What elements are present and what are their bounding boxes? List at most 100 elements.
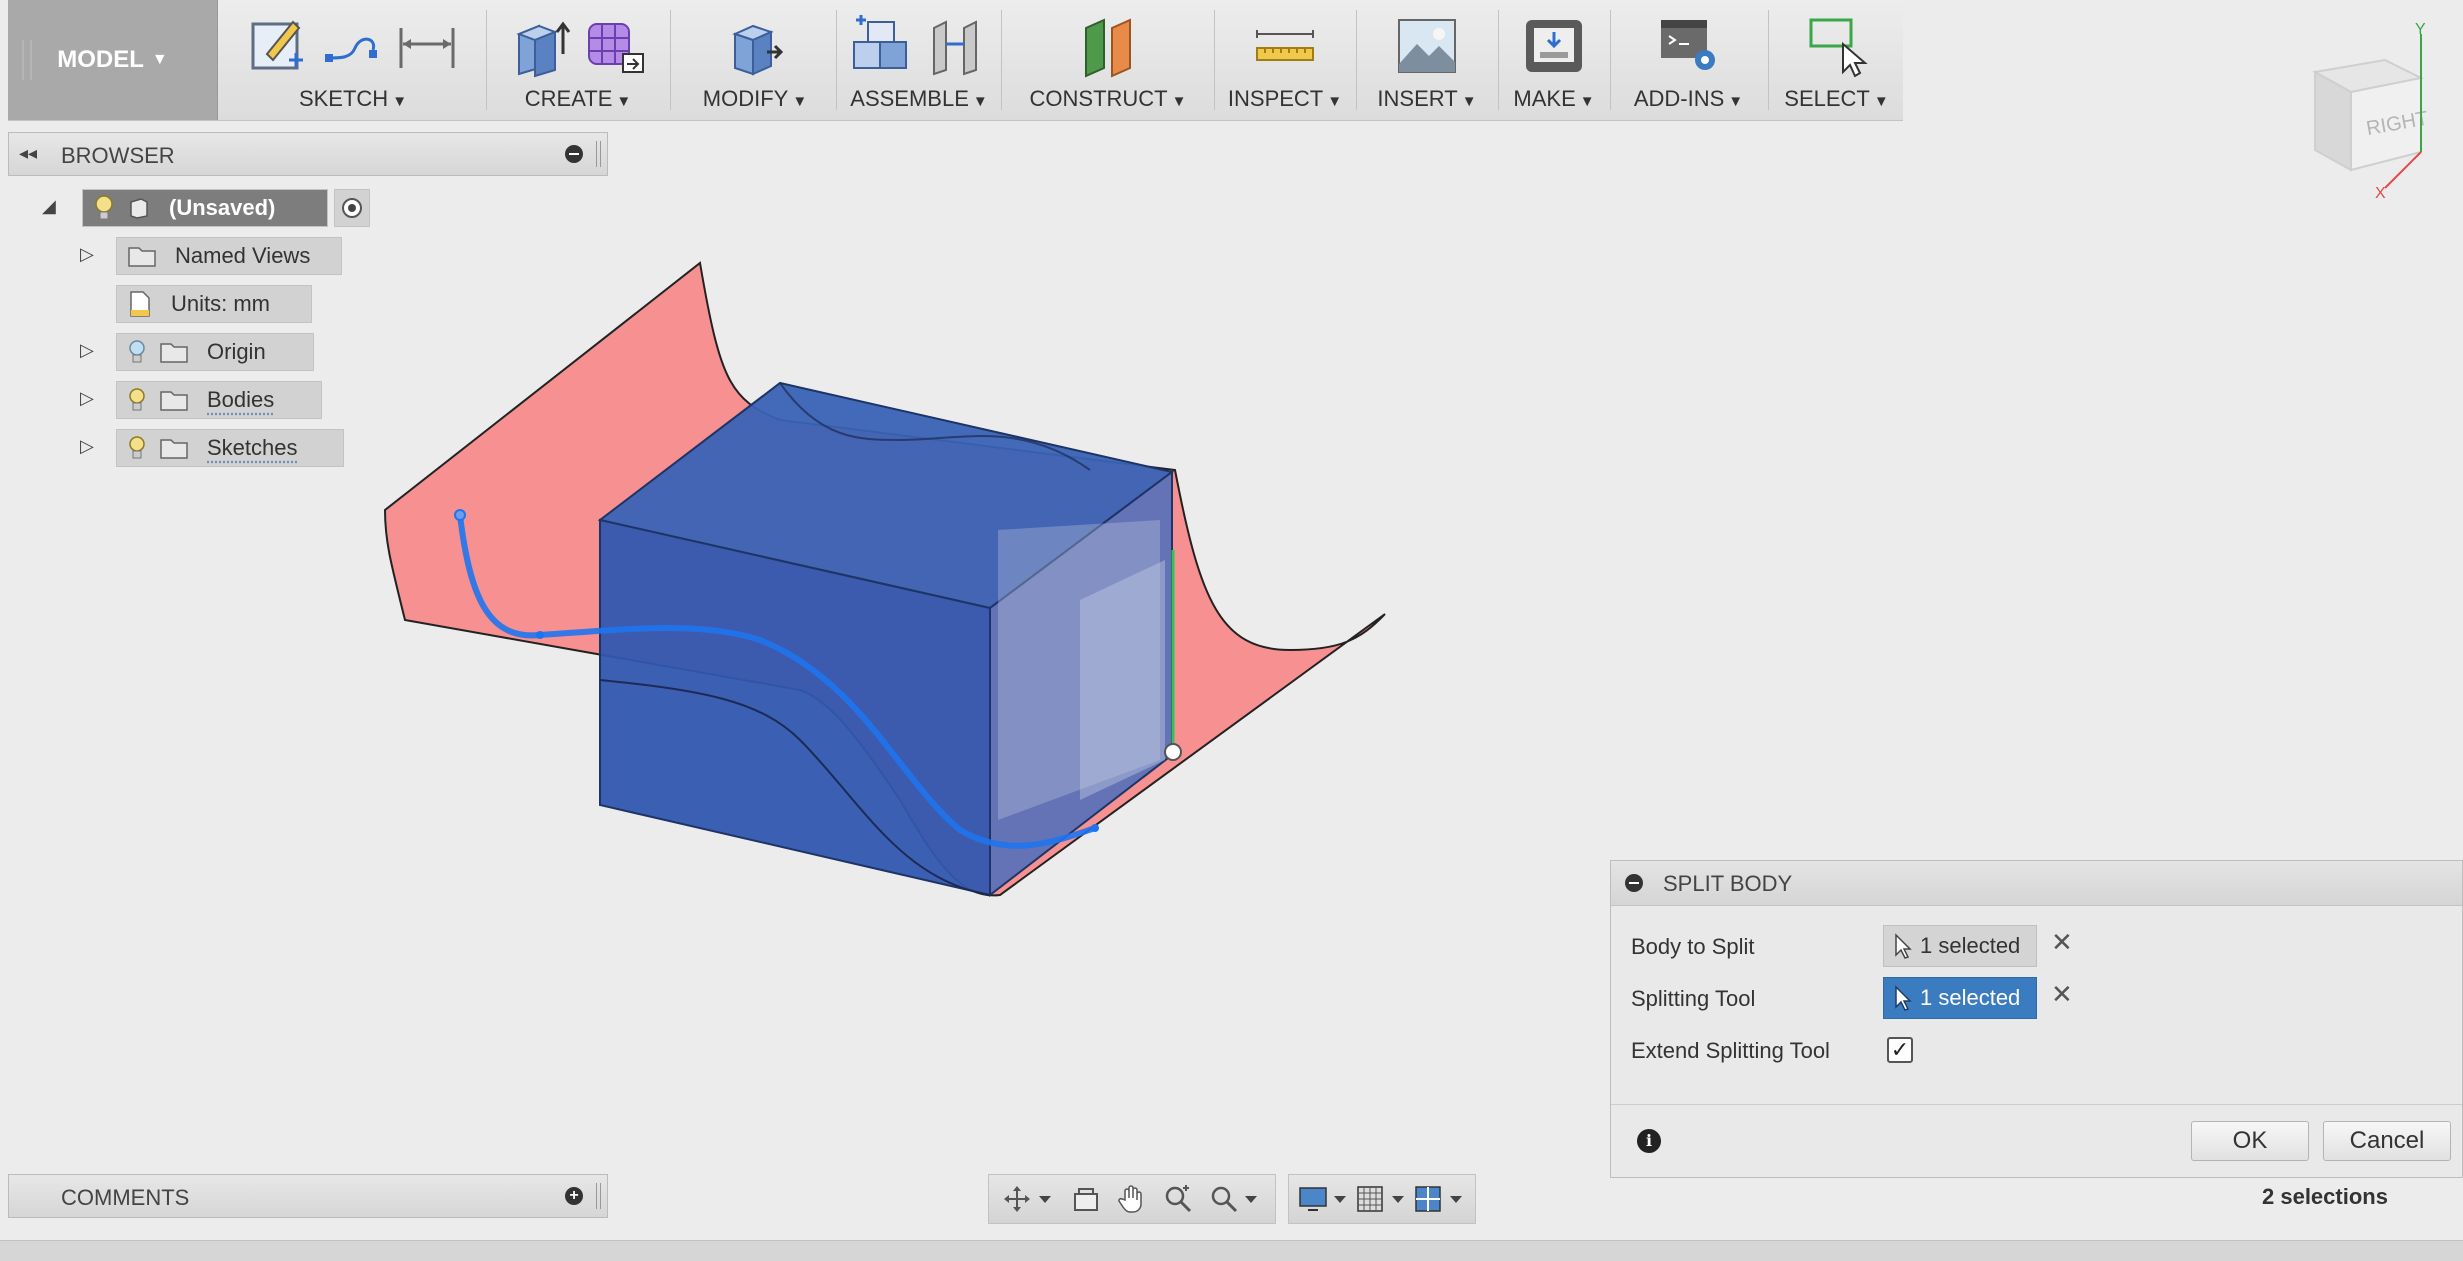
assemble-group[interactable]: ASSEMBLE ▼ <box>844 0 994 120</box>
construct-menu-label: CONSTRUCT <box>1029 86 1168 111</box>
fit-zoom-icon[interactable] <box>1209 1184 1261 1214</box>
chevron-down-icon: ▼ <box>1873 93 1889 110</box>
spline-icon[interactable] <box>321 14 385 78</box>
chevron-down-icon: ▼ <box>1327 93 1343 110</box>
tree-item-units[interactable]: Units: mm <box>116 284 312 324</box>
comments-title: COMMENTS <box>61 1185 190 1210</box>
sketch-group[interactable]: SKETCH ▼ <box>228 0 478 120</box>
addins-menu-label: ADD-INS <box>1633 86 1725 111</box>
insert-menu-label: INSERT <box>1377 86 1458 111</box>
expand-triangle-icon[interactable]: ▷ <box>80 436 94 457</box>
cursor-arrow-icon <box>1895 933 1912 959</box>
press-pull-icon[interactable] <box>723 14 787 78</box>
activate-component-button[interactable] <box>334 189 370 227</box>
navigation-bar <box>988 1174 1478 1224</box>
extrude-icon[interactable] <box>509 14 573 78</box>
timeline-bar[interactable] <box>0 1240 2463 1261</box>
clear-selection-icon[interactable]: ✕ <box>2051 979 2073 1010</box>
modify-group[interactable]: MODIFY ▼ <box>680 0 830 120</box>
panel-grip-icon[interactable] <box>596 141 601 167</box>
expand-triangle-icon[interactable]: ▷ <box>80 388 94 409</box>
origin-point[interactable] <box>1164 743 1182 761</box>
collapse-triangle-icon[interactable]: ◢ <box>42 196 56 217</box>
scripts-addins-icon[interactable] <box>1657 14 1721 78</box>
construct-group[interactable]: CONSTRUCT ▼ <box>1008 0 1208 120</box>
body-to-split-selector[interactable]: 1 selected <box>1883 925 2037 967</box>
tree-item-origin[interactable]: Origin <box>116 332 314 372</box>
addins-group[interactable]: ADD-INS ▼ <box>1616 0 1761 120</box>
selection-count: 1 selected <box>1920 933 2021 958</box>
cancel-button[interactable]: Cancel <box>2323 1121 2451 1161</box>
new-component-icon[interactable] <box>850 14 914 78</box>
expand-triangle-icon[interactable]: ▷ <box>80 340 94 361</box>
select-group[interactable]: SELECT ▼ <box>1774 0 1899 120</box>
ok-button[interactable]: OK <box>2191 1121 2309 1161</box>
surface-body[interactable] <box>383 261 1386 897</box>
insert-image-icon[interactable] <box>1395 14 1459 78</box>
view-cube[interactable]: RIGHT Y X <box>2285 20 2445 200</box>
panel-grip-icon[interactable] <box>596 1183 601 1209</box>
clear-selection-icon[interactable]: ✕ <box>2051 927 2073 958</box>
toolbar-grip[interactable] <box>22 40 32 80</box>
assemble-menu-label: ASSEMBLE <box>850 86 969 111</box>
split-body-dialog: SPLIT BODY Body to Split 1 selected ✕ Sp… <box>1610 860 2463 1178</box>
tree-item-bodies[interactable]: Bodies <box>116 380 322 420</box>
chevron-down-icon: ▼ <box>1579 93 1595 110</box>
create-group[interactable]: CREATE ▼ <box>493 0 663 120</box>
chevron-down-icon: ▼ <box>1461 93 1477 110</box>
display-settings-icon[interactable] <box>1298 1184 1350 1214</box>
add-comment-icon[interactable]: + <box>565 1187 583 1205</box>
comments-panel-header[interactable]: COMMENTS + <box>8 1174 608 1218</box>
look-at-icon[interactable] <box>1071 1184 1101 1214</box>
box-body[interactable] <box>597 381 1175 898</box>
measure-icon[interactable] <box>1253 14 1317 78</box>
chevron-down-icon: ▼ <box>151 51 168 68</box>
chevron-down-icon: ▼ <box>1171 93 1187 110</box>
visibility-bulb-icon[interactable] <box>127 435 147 461</box>
pan-hand-icon[interactable] <box>1117 1184 1147 1214</box>
tree-root-row[interactable]: (Unsaved) <box>82 188 370 228</box>
grid-settings-icon[interactable] <box>1356 1184 1408 1214</box>
expand-triangle-icon[interactable]: ▷ <box>80 244 94 265</box>
tree-item-label: Units: mm <box>171 291 270 316</box>
inspect-group[interactable]: INSPECT ▼ <box>1220 0 1350 120</box>
orbit-icon[interactable] <box>1003 1184 1055 1214</box>
extend-splitting-tool-checkbox[interactable]: ✓ <box>1887 1037 1913 1063</box>
viewports-icon[interactable] <box>1414 1184 1466 1214</box>
sketch-spline[interactable] <box>457 514 1096 849</box>
cursor-arrow-icon <box>1895 985 1912 1011</box>
splitting-tool-label: Splitting Tool <box>1631 986 1756 1011</box>
3d-print-icon[interactable] <box>1522 14 1586 78</box>
axis-y-label: Y <box>2415 21 2426 38</box>
window-select-icon[interactable] <box>1805 14 1869 78</box>
collapse-panel-icon[interactable]: ◂◂ <box>19 143 37 164</box>
browser-panel-header[interactable]: ◂◂ BROWSER <box>8 132 608 176</box>
chevron-down-icon: ▼ <box>792 93 808 110</box>
minimize-icon[interactable] <box>565 145 583 163</box>
dimension-icon[interactable] <box>395 14 459 78</box>
splitting-tool-selector[interactable]: 1 selected <box>1883 977 2037 1019</box>
main-toolbar: MODEL ▼ SKETCH ▼ CREATE ▼ MODIFY ▼ ASSEM… <box>8 0 1903 121</box>
form-icon[interactable] <box>583 14 647 78</box>
browser-title: BROWSER <box>61 143 175 168</box>
info-icon[interactable]: i <box>1637 1129 1661 1153</box>
zoom-icon[interactable] <box>1163 1184 1193 1214</box>
make-group[interactable]: MAKE ▼ <box>1504 0 1604 120</box>
workspace-switcher[interactable]: MODEL ▼ <box>8 0 218 120</box>
offset-plane-icon[interactable] <box>1076 14 1140 78</box>
visibility-bulb-off-icon[interactable] <box>127 339 147 365</box>
dialog-footer: i OK Cancel <box>1611 1104 2462 1177</box>
tree-item-sketches[interactable]: Sketches <box>116 428 344 468</box>
extend-splitting-tool-label: Extend Splitting Tool <box>1631 1038 1830 1063</box>
visibility-bulb-icon[interactable] <box>127 387 147 413</box>
create-sketch-icon[interactable] <box>247 14 311 78</box>
joint-icon[interactable] <box>924 14 988 78</box>
dialog-header[interactable]: SPLIT BODY <box>1611 861 2462 906</box>
dialog-title: SPLIT BODY <box>1663 871 1793 896</box>
body-to-split-label: Body to Split <box>1631 934 1755 959</box>
tree-item-named-views[interactable]: Named Views <box>116 236 342 276</box>
visibility-bulb-icon[interactable] <box>93 194 115 222</box>
insert-group[interactable]: INSERT ▼ <box>1362 0 1492 120</box>
collapse-dialog-icon[interactable] <box>1625 874 1643 892</box>
workspace-label: MODEL <box>57 46 144 73</box>
